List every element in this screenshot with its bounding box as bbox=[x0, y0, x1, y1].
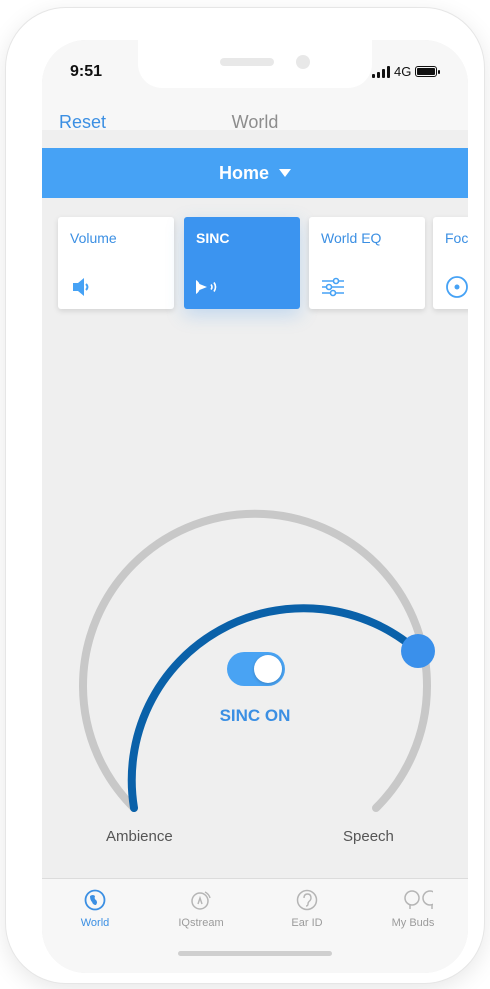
front-camera bbox=[296, 55, 310, 69]
tab-iqstream[interactable]: IQstream bbox=[148, 889, 254, 929]
signal-icon bbox=[372, 65, 390, 78]
notch bbox=[138, 40, 372, 88]
speaker-grille bbox=[220, 58, 274, 66]
page-title: World bbox=[231, 112, 279, 132]
card-label: Volume bbox=[70, 230, 117, 246]
tab-my-buds[interactable]: My Buds bbox=[360, 889, 466, 929]
tab-label: IQstream bbox=[178, 917, 224, 929]
status-time: 9:51 bbox=[70, 63, 103, 80]
nav-bar: Reset World bbox=[42, 100, 468, 140]
tab-label: Ear ID bbox=[291, 917, 323, 929]
tab-ear-id[interactable]: Ear ID bbox=[254, 889, 360, 929]
card-label: SINC bbox=[196, 230, 230, 246]
ambience-label: Ambience bbox=[106, 828, 173, 845]
caret-down-icon bbox=[279, 169, 291, 177]
home-indicator bbox=[178, 951, 332, 956]
sinc-toggle[interactable] bbox=[227, 652, 285, 686]
card-label: World EQ bbox=[321, 230, 382, 246]
preset-selector[interactable]: Home bbox=[42, 148, 468, 198]
phone-frame: 9:51 4G Reset World Home Volume SINC Wor… bbox=[6, 8, 484, 983]
focus-icon bbox=[446, 276, 468, 298]
tab-label: World bbox=[80, 917, 110, 929]
network-label: 4G bbox=[394, 64, 412, 79]
card-sinc[interactable]: SINC bbox=[184, 217, 300, 309]
ear-icon bbox=[296, 889, 318, 911]
tab-world[interactable]: World bbox=[42, 889, 148, 929]
card-focus[interactable]: Foc bbox=[433, 217, 468, 309]
speaker-icon bbox=[73, 278, 89, 296]
dial-handle[interactable] bbox=[401, 634, 435, 668]
card-label: Foc bbox=[445, 230, 468, 246]
iqstream-icon bbox=[191, 891, 211, 910]
sinc-status-label: SINC ON bbox=[219, 706, 291, 725]
earbuds-icon bbox=[404, 890, 433, 909]
status-indicators: 4G bbox=[372, 64, 441, 79]
equalizer-icon bbox=[322, 277, 344, 297]
mode-cards: Volume SINC World EQ Foc bbox=[58, 217, 468, 309]
battery-icon bbox=[415, 66, 441, 77]
speech-label: Speech bbox=[343, 828, 394, 845]
app-screen: 9:51 4G Reset World Home Volume SINC Wor… bbox=[42, 40, 468, 973]
preset-label: Home bbox=[218, 162, 269, 183]
card-world-eq[interactable]: World EQ bbox=[309, 217, 425, 309]
tab-label: My Buds bbox=[391, 917, 435, 929]
tab-bar: World IQstream Ear ID My Buds bbox=[42, 878, 468, 973]
card-volume[interactable]: Volume bbox=[58, 217, 174, 309]
toggle-knob bbox=[254, 655, 282, 683]
globe-icon bbox=[84, 889, 106, 911]
sinc-icon bbox=[196, 280, 217, 294]
